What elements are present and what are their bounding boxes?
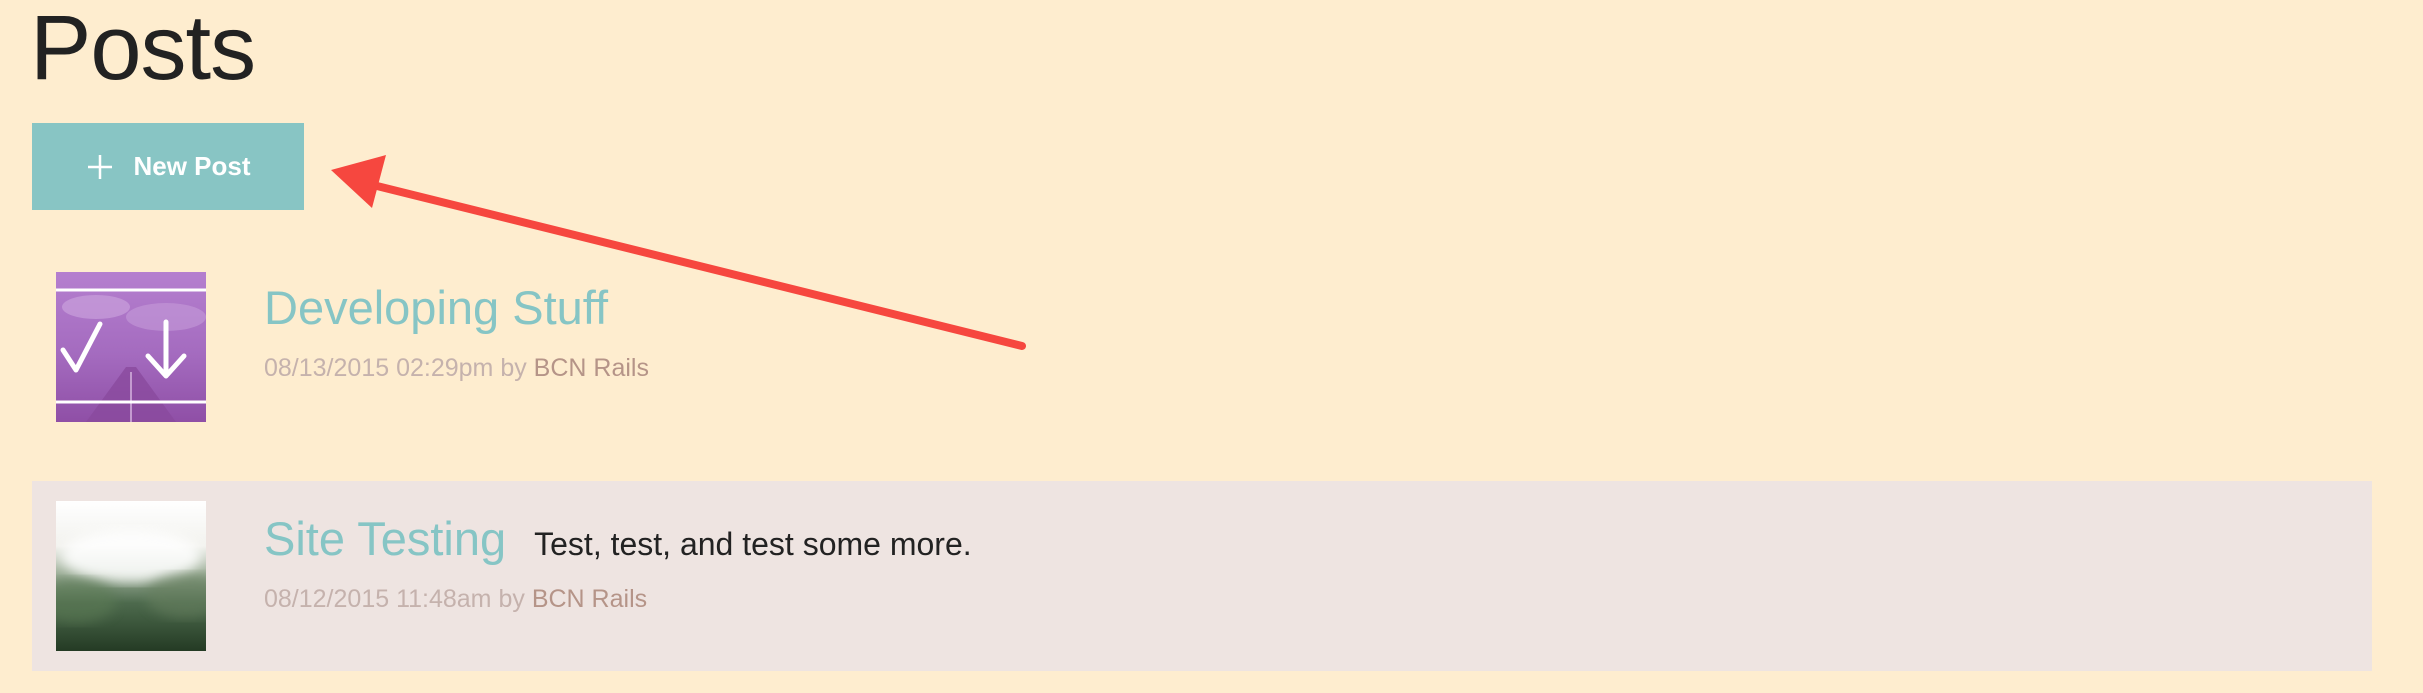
page-title: Posts <box>30 0 256 99</box>
new-post-button[interactable]: New Post <box>32 123 304 210</box>
post-author-link[interactable]: BCN Rails <box>532 585 647 613</box>
post-by-label: by <box>498 585 525 613</box>
post-thumbnail[interactable] <box>56 501 206 651</box>
post-author-link[interactable]: BCN Rails <box>534 354 649 382</box>
post-excerpt: Test, test, and test some more. <box>534 526 972 562</box>
blurred-landscape-image <box>56 501 206 651</box>
post-meta: 08/13/2015 02:29pm by BCN Rails <box>264 354 649 383</box>
post-title-link[interactable]: Site Testing <box>264 511 506 566</box>
new-post-label: New Post <box>133 151 251 181</box>
plus-icon <box>88 154 113 179</box>
post-date: 08/13/2015 02:29pm <box>264 354 494 382</box>
post-by-label: by <box>500 354 527 382</box>
checkmark-download-image <box>56 272 206 422</box>
post-item: Developing Stuff 08/13/2015 02:29pm by B… <box>32 262 2372 432</box>
post-item: Site Testing Test, test, and test some m… <box>32 481 2372 671</box>
post-meta: 08/12/2015 11:48am by BCN Rails <box>264 585 647 614</box>
post-title-link[interactable]: Developing Stuff <box>264 280 608 335</box>
post-date: 08/12/2015 11:48am <box>264 585 492 613</box>
post-thumbnail[interactable] <box>56 272 206 422</box>
